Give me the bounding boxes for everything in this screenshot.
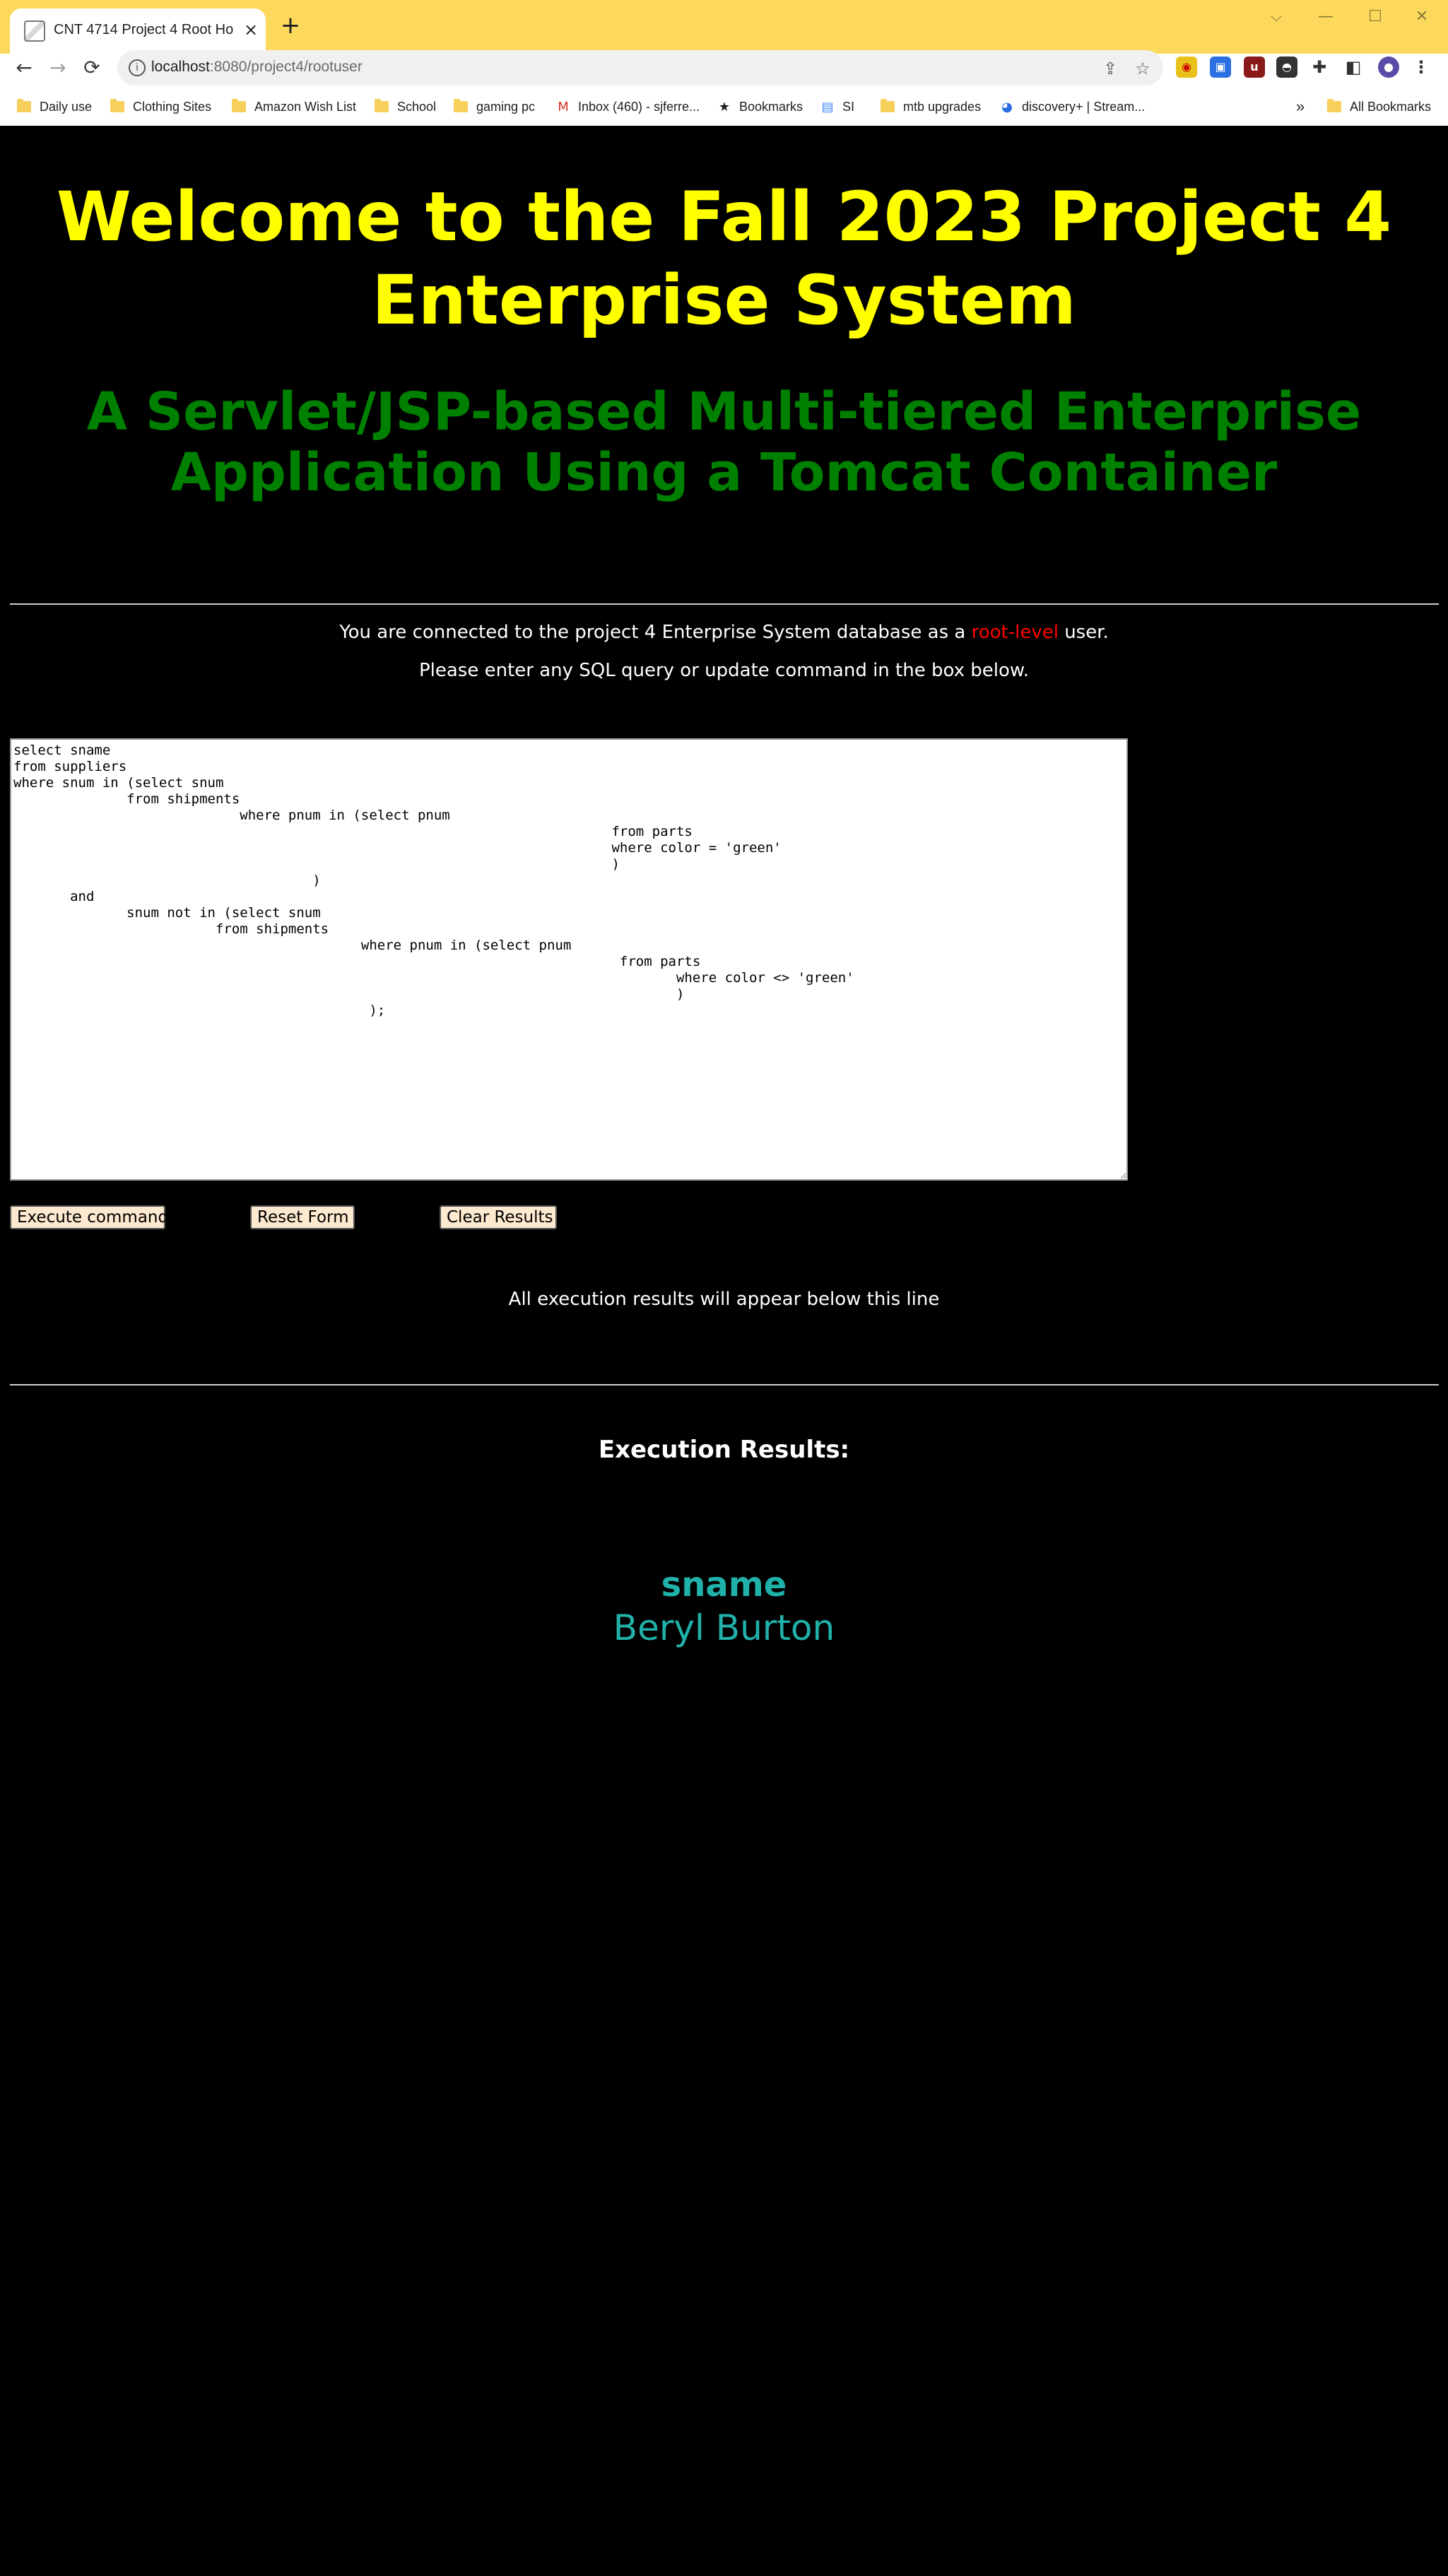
star-icon: ★ <box>718 99 731 114</box>
results-title: Execution Results: <box>598 1436 850 1464</box>
sql-query-textarea[interactable]: select sname from suppliers where snum i… <box>10 738 1128 1181</box>
bookmark-gmail-inbox[interactable]: M Inbox (460) - sjferre... <box>555 97 700 117</box>
page-title-line-1: Welcome to the Fall 2023 Project 4 <box>56 177 1392 256</box>
extension-ghost-icon[interactable]: ◓ <box>1276 57 1297 78</box>
forward-arrow-icon[interactable]: → <box>44 54 72 82</box>
extension-blue-icon[interactable]: ▣ <box>1210 57 1231 78</box>
divider <box>10 603 1439 605</box>
bookmark-star-icon[interactable]: ☆ <box>1131 57 1155 81</box>
reload-icon[interactable]: ⟳ <box>78 54 106 82</box>
clear-results-button[interactable]: Clear Results <box>440 1205 557 1229</box>
tab-title: CNT 4714 Project 4 Root Home <box>54 22 234 37</box>
bookmark-daily-use[interactable]: Daily use <box>17 97 92 117</box>
bookmark-discovery-plus[interactable]: ◕ discovery+ | Stream... <box>999 97 1145 117</box>
back-arrow-icon[interactable]: ← <box>10 54 38 82</box>
page-title-line-2: Enterprise System <box>372 261 1076 340</box>
more-bookmarks-icon[interactable]: » <box>1296 97 1305 117</box>
bookmark-si[interactable]: ▤ SI <box>820 97 854 117</box>
folder-icon <box>232 99 246 112</box>
bookmark-clothing-sites[interactable]: Clothing Sites <box>110 97 211 117</box>
discovery-icon: ◕ <box>1001 99 1013 114</box>
folder-icon <box>110 99 124 112</box>
side-panel-icon[interactable]: ◧ <box>1343 57 1364 78</box>
tab-search-chevron-icon[interactable]: ⌵ <box>1255 3 1297 31</box>
share-icon[interactable]: ⇪ <box>1098 57 1122 81</box>
folder-icon <box>454 99 468 112</box>
folder-icon <box>375 99 389 112</box>
bookmark-amazon-wish-list[interactable]: Amazon Wish List <box>232 97 356 117</box>
bookmark-mtb-upgrades[interactable]: mtb upgrades <box>881 97 981 117</box>
close-tab-icon[interactable]: × <box>240 18 261 42</box>
new-tab-icon[interactable]: + <box>276 11 305 41</box>
connection-status: You are connected to the project 4 Enter… <box>339 622 1109 643</box>
url-text[interactable]: localhost:8080/project4/rootuser <box>151 59 363 76</box>
bookmark-school[interactable]: School <box>375 97 436 117</box>
reset-form-button[interactable]: Reset Form <box>250 1205 355 1229</box>
result-column-header: sname <box>661 1565 787 1605</box>
page-subtitle: A Servlet/JSP-based Multi-tiered Enterpr… <box>0 382 1448 503</box>
execute-command-button[interactable]: Execute command <box>10 1205 168 1229</box>
minimize-window-icon[interactable]: — <box>1305 3 1347 31</box>
bookmark-all-bookmarks[interactable]: All Bookmarks <box>1327 97 1431 117</box>
folder-icon <box>17 99 31 112</box>
user-role: root-level <box>971 622 1059 643</box>
extension-sloth-icon[interactable]: ◉ <box>1176 57 1197 78</box>
divider <box>10 1384 1439 1386</box>
bookmark-bookmarks[interactable]: ★ Bookmarks <box>717 97 803 117</box>
ublock-icon[interactable]: u <box>1244 57 1265 78</box>
results-note: All execution results will appear below … <box>508 1289 940 1310</box>
page-subtitle-line-1: A Servlet/JSP-based Multi-tiered Enterpr… <box>86 382 1362 442</box>
gmail-icon: M <box>558 99 569 114</box>
folder-icon <box>1327 99 1341 112</box>
folder-icon <box>881 99 895 112</box>
site-info-icon[interactable]: i <box>129 59 146 76</box>
maximize-window-icon[interactable]: ☐ <box>1354 3 1396 31</box>
result-cell: Beryl Burton <box>613 1607 835 1648</box>
browser-menu-icon[interactable]: ⋮ <box>1411 57 1432 78</box>
query-instructions: Please enter any SQL query or update com… <box>418 660 1030 681</box>
page-subtitle-line-2: Application Using a Tomcat Container <box>170 442 1278 503</box>
page-title: Welcome to the Fall 2023 Project 4 Enter… <box>0 175 1448 342</box>
extensions-puzzle-icon[interactable]: ✚ <box>1309 57 1330 78</box>
profile-avatar-icon[interactable]: ● <box>1378 57 1399 78</box>
tab-strip: CNT 4714 Project 4 Root Home × + ⌵ — ☐ ✕ <box>0 0 1448 54</box>
docs-icon: ▤ <box>821 99 834 114</box>
bookmark-gaming-pc[interactable]: gaming pc <box>454 97 535 117</box>
close-window-icon[interactable]: ✕ <box>1401 3 1443 31</box>
page-favicon-icon <box>24 20 45 42</box>
active-tab[interactable]: CNT 4714 Project 4 Root Home × <box>10 8 266 54</box>
